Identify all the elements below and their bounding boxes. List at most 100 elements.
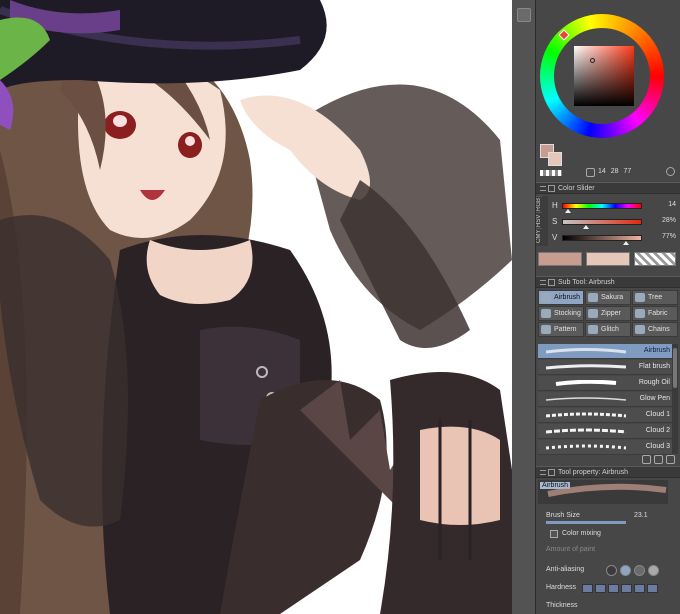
saturation-slider[interactable] (562, 219, 642, 225)
drawing-canvas[interactable] (0, 0, 512, 614)
brush-name: Glow Pen (639, 395, 670, 402)
brush-name: Rough Oil (638, 379, 670, 386)
grip-icon[interactable] (540, 280, 546, 285)
slider-row-s[interactable]: S 28% (552, 216, 676, 229)
hardness-row: Hardness (538, 580, 678, 596)
brush-stroke-preview (546, 444, 626, 450)
tool-chains[interactable]: Chains (632, 322, 678, 337)
brush-name: Airbrush (643, 347, 670, 354)
value-knob[interactable] (623, 241, 629, 245)
hue-knob[interactable] (565, 209, 571, 213)
sub-tool-title[interactable]: Sub Tool: Airbrush (536, 276, 680, 288)
tool-pattern[interactable]: Pattern (538, 322, 584, 337)
slider-row-v[interactable]: V 77% (552, 232, 676, 245)
anti-aliasing-label: Anti-aliasing (546, 566, 585, 573)
brush-item-glow-pen[interactable]: Glow Pen (538, 392, 672, 407)
hardness-step-5[interactable] (634, 584, 645, 593)
tool-property-panel: Tool property: Airbrush Airbrush Brush S… (536, 466, 680, 614)
brush-size-row[interactable]: Brush Size 23.1 (538, 508, 678, 524)
brush-size-label: Brush Size (546, 512, 580, 519)
sv-marker[interactable] (590, 58, 595, 63)
brush-size-slider[interactable] (546, 521, 626, 524)
tool-airbrush[interactable]: Airbrush (538, 290, 584, 305)
grip-icon[interactable] (540, 186, 546, 191)
grip-icon[interactable] (540, 470, 546, 475)
chains-icon (635, 325, 645, 334)
tool-stocking[interactable]: Stocking (538, 306, 584, 321)
hue-slider[interactable] (562, 203, 642, 209)
brush-stroke-preview (546, 364, 626, 370)
hardness-step-2[interactable] (595, 584, 606, 593)
slider-row-h[interactable]: H 14 (552, 200, 676, 213)
tool-tree[interactable]: Tree (632, 290, 678, 305)
tool-zipper[interactable]: Zipper (585, 306, 631, 321)
sakura-icon (588, 293, 598, 302)
brush-item-flat-brush[interactable]: Flat brush (538, 360, 672, 375)
slider-label-v: V (552, 233, 558, 242)
tool-property-title[interactable]: Tool property: Airbrush (536, 466, 680, 478)
tab-cmy[interactable]: CMY (536, 228, 542, 244)
thickness-row: Thickness (538, 598, 678, 614)
brush-item-airbrush[interactable]: Airbrush (538, 344, 672, 359)
value-slider[interactable] (562, 235, 642, 241)
brush-stroke-preview (546, 428, 626, 434)
hardness-step-6[interactable] (647, 584, 658, 593)
brush-item-cloud-2[interactable]: Cloud 2 (538, 424, 672, 439)
transparent-color-swatch[interactable] (540, 170, 562, 176)
brush-size-value[interactable]: 23.1 (634, 512, 648, 519)
slider-value-h[interactable]: 14 (646, 201, 676, 208)
tool-glitch[interactable]: Glitch (585, 322, 631, 337)
hardness-label: Hardness (546, 584, 576, 591)
brush-item-cloud-1[interactable]: Cloud 1 (538, 408, 672, 423)
hardness-step-1[interactable] (582, 584, 593, 593)
anti-aliasing-row: Anti-aliasing (538, 562, 678, 578)
aa-strong-icon[interactable] (648, 565, 659, 576)
color-mixing-label: Color mixing (562, 530, 601, 537)
color-slider-title[interactable]: Color Slider (536, 182, 680, 194)
mode-icon[interactable] (586, 168, 595, 177)
tool-sakura[interactable]: Sakura (585, 290, 631, 305)
color-mixing-checkbox[interactable] (550, 530, 558, 538)
sub-color-swatch[interactable] (548, 152, 562, 166)
hardness-step-3[interactable] (608, 584, 619, 593)
hardness-step-4[interactable] (621, 584, 632, 593)
tab-hsv[interactable]: HSV (536, 212, 542, 228)
glitch-icon (588, 325, 598, 334)
saturation-value-square[interactable] (574, 46, 634, 106)
brush-name: Cloud 2 (645, 427, 670, 434)
export-icon[interactable] (517, 8, 531, 22)
brush-list-scrollbar[interactable] (672, 344, 678, 454)
brush-list-footer (536, 454, 680, 466)
thickness-label: Thickness (546, 602, 578, 609)
tool-property-title-text: Tool property: Airbrush (558, 469, 629, 476)
color-mixing-row[interactable]: Color mixing (538, 526, 678, 542)
hsv-h-value: 14 (598, 168, 606, 175)
brush-stroke-preview (546, 412, 626, 418)
slider-label-h: H (552, 201, 558, 210)
hsv-readout: 14 28 77 (598, 168, 634, 175)
brush-item-rough-oil[interactable]: Rough Oil (538, 376, 672, 391)
amount-of-paint-row[interactable]: Amount of paint (538, 542, 678, 558)
aa-none-icon[interactable] (606, 565, 617, 576)
slider-value-v[interactable]: 77% (646, 233, 676, 240)
saturation-knob[interactable] (583, 225, 589, 229)
transparent-chip[interactable] (634, 252, 676, 266)
slider-mode-tabs: RGB HSV CMY (536, 196, 548, 246)
sub-color-chip[interactable] (586, 252, 630, 266)
hsv-v-value: 77 (623, 168, 632, 175)
main-color-chip[interactable] (538, 252, 582, 266)
slider-value-s[interactable]: 28% (646, 217, 676, 224)
tool-fabric[interactable]: Fabric (632, 306, 678, 321)
aa-weak-icon[interactable] (620, 565, 631, 576)
color-chips (538, 252, 678, 268)
scroll-thumb[interactable] (673, 348, 677, 388)
duplicate-brush-icon[interactable] (654, 455, 663, 464)
settings-icon[interactable] (666, 167, 675, 176)
stocking-icon (541, 309, 551, 318)
brush-list: Airbrush Flat brush Rough Oil Glow Pen C… (538, 344, 672, 455)
delete-brush-icon[interactable] (666, 455, 675, 464)
tab-rgb[interactable]: RGB (536, 196, 542, 212)
brush-item-cloud-3[interactable]: Cloud 3 (538, 440, 672, 455)
aa-medium-icon[interactable] (634, 565, 645, 576)
add-brush-icon[interactable] (642, 455, 651, 464)
